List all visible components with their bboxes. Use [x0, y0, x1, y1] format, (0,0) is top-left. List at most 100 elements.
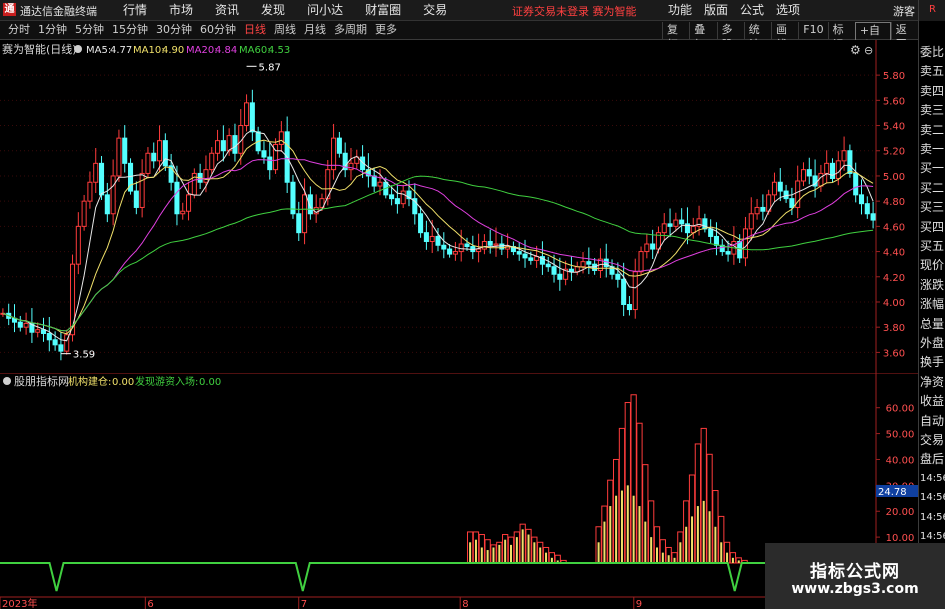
indicator-bar-fill: [539, 547, 542, 563]
tab-multi-period[interactable]: 多周期: [330, 23, 371, 37]
inst-build-value: 0.00: [112, 377, 134, 388]
side-item[interactable]: 卖二: [920, 123, 945, 137]
menu-item-quotes[interactable]: 行情: [112, 2, 158, 18]
corner-r-label[interactable]: R: [919, 0, 945, 21]
side-item[interactable]: 买五: [920, 239, 945, 253]
side-item[interactable]: 卖三: [920, 103, 945, 117]
candle-body: [824, 162, 830, 174]
title-bar: 通 通达信金融终端 行情 市场 资讯 发现 问小达 财富圈 交易 证券交易未登录…: [0, 0, 945, 21]
candle-body: [621, 278, 627, 306]
guest-label[interactable]: 游客: [893, 3, 915, 19]
menu-item-news[interactable]: 资讯: [204, 2, 250, 18]
login-notice[interactable]: 证券交易未登录 赛为智能: [512, 3, 637, 19]
side-item[interactable]: 14:56: [920, 511, 945, 525]
side-item[interactable]: 14:56: [920, 530, 945, 544]
menu-item-wealth[interactable]: 财富圈: [354, 2, 412, 18]
candle-body: [777, 181, 783, 192]
candle-body: [435, 235, 441, 246]
candle-body: [841, 150, 847, 162]
y-tick-label: 3.80: [883, 323, 905, 334]
menu-item-formula[interactable]: 公式: [734, 2, 770, 18]
indicator-bar-fill: [726, 552, 729, 563]
menu-item-trade[interactable]: 交易: [412, 2, 458, 18]
indicator-bar-fill: [632, 495, 635, 563]
hot-money-label: 发现游资入场:: [135, 375, 198, 388]
side-item[interactable]: 净资: [920, 375, 945, 389]
side-item[interactable]: 委比: [920, 45, 945, 59]
indicator-bar-fill: [626, 485, 629, 563]
side-item[interactable]: 卖一: [920, 142, 945, 156]
side-item[interactable]: 外盘: [920, 336, 945, 350]
indicator-bar-fill: [521, 529, 524, 563]
tab-60min[interactable]: 60分钟: [196, 23, 240, 37]
gear-icon[interactable]: ⚙: [850, 43, 861, 57]
indicator-bar-fill: [533, 542, 536, 563]
y-tick-label: 40.00: [886, 455, 915, 466]
menu-item-functions[interactable]: 功能: [662, 2, 698, 18]
side-item[interactable]: 总量: [920, 317, 945, 331]
tab-monthly[interactable]: 月线: [300, 23, 330, 37]
side-item[interactable]: 涨幅: [920, 297, 945, 311]
menu-item-layout[interactable]: 版面: [698, 2, 734, 18]
candle-body: [702, 218, 708, 230]
side-item[interactable]: 盘后: [920, 452, 945, 466]
side-item[interactable]: 自动: [920, 414, 945, 428]
candle-body: [302, 194, 308, 234]
candle-body: [75, 225, 81, 265]
date-tick-label: 2023年: [2, 597, 37, 609]
indicator-bar-fill: [620, 490, 623, 563]
side-item[interactable]: 涨跌: [920, 278, 945, 292]
indicator-bar-fill: [480, 547, 483, 563]
candle-body: [186, 194, 192, 212]
app-title: 通达信金融终端: [20, 5, 97, 18]
side-item[interactable]: 14:56: [920, 472, 945, 486]
indicator-bar-fill: [661, 552, 664, 563]
stock-label[interactable]: 赛为智能(日线): [2, 42, 77, 56]
menu-item-discover[interactable]: 发现: [250, 2, 296, 18]
side-item[interactable]: 换手: [920, 355, 945, 369]
side-item[interactable]: 买四: [920, 220, 945, 234]
indicator-name[interactable]: 股朋指标网: [14, 374, 69, 388]
date-tick-label: 8: [462, 599, 468, 609]
tab-1min[interactable]: 1分钟: [34, 23, 71, 37]
tab-weekly[interactable]: 周线: [270, 23, 300, 37]
candle-body: [400, 190, 406, 205]
side-item[interactable]: 收益: [920, 394, 945, 408]
tab-15min[interactable]: 15分钟: [108, 23, 152, 37]
tab-30min[interactable]: 30分钟: [152, 23, 196, 37]
close-icon[interactable]: ⊖: [864, 44, 873, 57]
kline-chart[interactable]: 5.80 5.60 5.40 5.20 5.00 4.80 4.60 4.40 4.20 4.00…: [0, 40, 918, 373]
menu-item-ask[interactable]: 问小达: [296, 2, 354, 18]
side-item[interactable]: 14:56: [920, 491, 945, 505]
tab-intraday[interactable]: 分时: [4, 23, 34, 37]
indicator-bar-fill: [609, 506, 612, 563]
candle-body: [545, 263, 551, 268]
tab-5min[interactable]: 5分钟: [71, 23, 108, 37]
menu-item-options[interactable]: 选项: [770, 2, 806, 18]
candle-body: [615, 273, 621, 280]
ma5-label: MA5:: [86, 45, 111, 56]
candle-body: [638, 251, 644, 273]
candle-body: [858, 194, 865, 205]
side-item[interactable]: 卖五: [920, 64, 945, 78]
side-item[interactable]: 卖四: [920, 84, 945, 98]
side-item[interactable]: 交易: [920, 433, 945, 447]
menu-item-market[interactable]: 市场: [158, 2, 204, 18]
candle-body: [17, 321, 23, 328]
side-item[interactable]: 买二: [920, 181, 945, 195]
ma10-value: 4.90: [162, 45, 184, 56]
tab-daily[interactable]: 日线: [240, 23, 270, 37]
candle-body: [423, 232, 429, 242]
candle-body: [215, 140, 221, 154]
stock-settings-icon[interactable]: [74, 45, 82, 53]
y-tick-label: 4.60: [883, 222, 905, 233]
indicator-settings-icon[interactable]: [3, 377, 11, 385]
side-item[interactable]: 现价: [920, 258, 945, 272]
side-item[interactable]: 买三: [920, 200, 945, 214]
candle-body: [586, 261, 592, 265]
side-item[interactable]: 买一: [920, 161, 945, 175]
candle-body: [23, 322, 29, 328]
tab-more[interactable]: 更多: [371, 23, 401, 37]
indicator-bar-fill: [638, 506, 641, 563]
y-tick-label: 60.00: [886, 404, 915, 415]
